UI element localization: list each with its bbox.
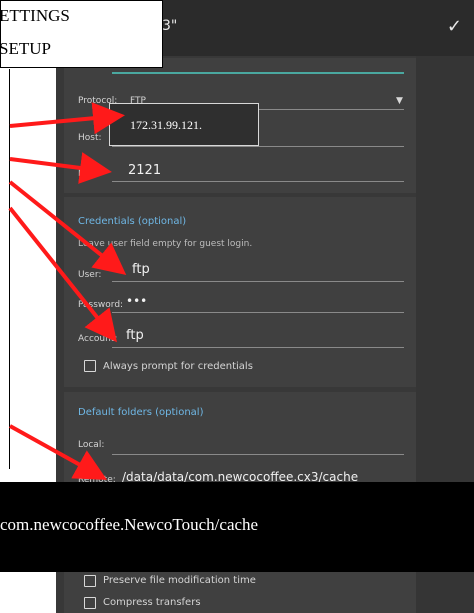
host-label: Host: — [78, 133, 102, 143]
dialog-title: 3" — [162, 18, 178, 34]
check-icon[interactable]: ✓ — [447, 16, 462, 37]
default-folders-title: Default folders (optional) — [78, 407, 204, 418]
path-banner-text: com.newcocoffee.NewcoTouch/cache — [0, 515, 259, 534]
local-underline — [112, 454, 404, 455]
user-label: User: — [78, 270, 102, 280]
always-prompt-label: Always prompt for credentials — [103, 361, 253, 372]
host-underline — [112, 146, 404, 147]
always-prompt-checkbox[interactable] — [84, 360, 96, 372]
password-input[interactable]: ••• — [126, 294, 147, 308]
local-label: Local: — [78, 440, 105, 450]
compress-label: Compress transfers — [103, 597, 201, 608]
port-underline — [112, 181, 404, 182]
account-label: Account: — [78, 334, 118, 344]
left-bracket-line — [0, 69, 10, 469]
preserve-time-label: Preserve file modification time — [103, 575, 256, 586]
account-underline — [112, 347, 404, 348]
credentials-hint: Leave user field empty for guest login. — [78, 239, 253, 249]
dropdown-arrow-icon[interactable]: ▼ — [396, 96, 403, 106]
port-label: Port: — [78, 169, 99, 179]
password-underline — [112, 312, 404, 313]
credentials-title: Credentials (optional) — [78, 216, 187, 227]
port-input[interactable]: 2121 — [128, 163, 161, 178]
callout-line-2: SETUP — [0, 39, 51, 58]
password-label: Password: — [78, 300, 124, 310]
active-field-underline — [112, 72, 404, 74]
callout-line-1: ETTINGS — [0, 6, 70, 25]
account-input[interactable]: ftp — [126, 328, 144, 343]
user-underline — [112, 281, 404, 282]
compress-checkbox[interactable] — [84, 597, 96, 609]
preserve-time-checkbox[interactable] — [84, 575, 96, 587]
user-input[interactable]: ftp — [132, 262, 150, 277]
settings-callout: ETTINGS SETUP — [0, 0, 163, 68]
host-ip-text: 172.31.99.121. — [130, 118, 202, 132]
